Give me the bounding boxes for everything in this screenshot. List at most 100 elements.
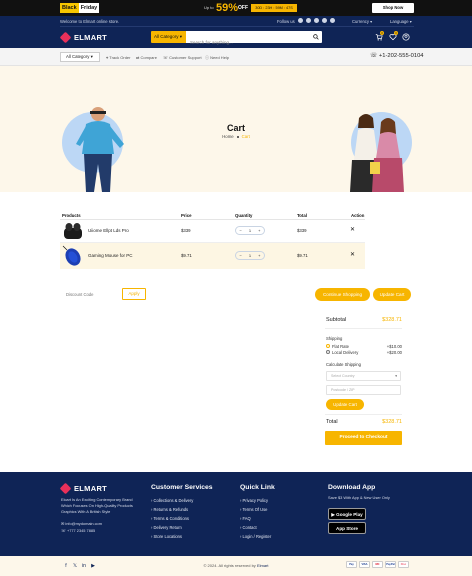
phone-number[interactable]: ☏ +1-202-555-0104 bbox=[370, 53, 424, 59]
footer-link[interactable]: › Login / Register bbox=[240, 534, 271, 539]
discover-icon: Disc bbox=[398, 561, 409, 568]
welcome-text: Welcome to Elmart online store. bbox=[60, 19, 120, 24]
youtube-icon[interactable] bbox=[330, 18, 335, 23]
subtotal-label: Subtotal bbox=[326, 317, 347, 323]
twitter-icon[interactable] bbox=[306, 18, 311, 23]
flat-rate-label: Flat Rate bbox=[332, 344, 349, 349]
col-products: Products bbox=[62, 213, 81, 218]
google-play-button[interactable]: ▶ Google Play bbox=[328, 508, 366, 520]
product-name-2[interactable]: Gaming Mouse for PC bbox=[88, 253, 133, 258]
update-totals-button[interactable]: Update Cart bbox=[326, 399, 364, 410]
local-delivery-label: Local Delivery bbox=[332, 350, 359, 355]
nav-compare[interactable]: ⇄ Compare bbox=[136, 55, 157, 60]
product-total-1: $339 bbox=[297, 228, 307, 233]
totals-divider bbox=[325, 328, 402, 329]
footer-link[interactable]: › Returns & Refunds bbox=[151, 507, 188, 512]
instagram-icon[interactable] bbox=[322, 18, 327, 23]
remove-item-icon[interactable]: ✕ bbox=[350, 226, 355, 233]
calculate-shipping-label: Calculate Shipping bbox=[326, 362, 361, 367]
black-friday-badge: Black Friday bbox=[60, 3, 100, 13]
category-select[interactable]: All Category ▾ bbox=[151, 31, 186, 43]
promo-off: OFF bbox=[238, 5, 248, 11]
breadcrumb-home[interactable]: Home bbox=[222, 134, 233, 139]
qty-minus-icon[interactable]: − bbox=[240, 253, 242, 258]
footer-about-text: Elcart Is An Exciting Contemporary Brand… bbox=[61, 497, 133, 514]
flat-rate-radio[interactable] bbox=[326, 344, 330, 348]
product-price-2: $9.71 bbox=[181, 253, 192, 258]
pinterest-icon[interactable] bbox=[314, 18, 319, 23]
page-title: Cart bbox=[226, 123, 245, 133]
facebook-icon[interactable] bbox=[298, 18, 303, 23]
quantity-stepper-2[interactable]: − 1 + bbox=[235, 251, 265, 260]
footer-email[interactable]: ✉ info@mydomain.com bbox=[61, 521, 102, 527]
footer-link[interactable]: › Delivery Return bbox=[151, 525, 182, 530]
shipping-label: Shipping bbox=[326, 336, 343, 341]
currency-dropdown[interactable]: Currency ▾ bbox=[352, 19, 372, 24]
local-delivery-radio[interactable] bbox=[326, 350, 330, 354]
apple-pay-icon: Pay bbox=[346, 561, 357, 568]
mastercard-icon: MC bbox=[372, 561, 383, 568]
nav-need-help[interactable]: ⓘ Need Help bbox=[205, 55, 229, 61]
postcode-input[interactable]: Postcode / ZIP bbox=[326, 385, 401, 395]
proceed-to-checkout-button[interactable]: Proceed to Checkout bbox=[325, 431, 402, 445]
update-cart-button[interactable]: Update Cart bbox=[373, 288, 411, 301]
footer-link[interactable]: › Privacy Policy bbox=[240, 498, 268, 503]
apply-coupon-button[interactable]: Apply bbox=[122, 288, 146, 300]
nav-customer-support[interactable]: ☏ Customer Support bbox=[163, 55, 202, 60]
product-name-1[interactable]: Uiiome Ellpt Lds Pro bbox=[88, 228, 129, 233]
nav-track-order[interactable]: ⌖ Track Order bbox=[106, 55, 130, 60]
qty-value-2: 1 bbox=[248, 253, 252, 258]
qty-value-1: 1 bbox=[248, 228, 252, 233]
qty-minus-icon[interactable]: − bbox=[240, 228, 242, 233]
promo-upto: Up to bbox=[204, 5, 214, 10]
cart-count-badge: 0 bbox=[380, 31, 384, 35]
footer-logo[interactable]: ELMART bbox=[74, 484, 107, 493]
col-total: Total bbox=[297, 213, 307, 218]
app-store-button[interactable]: App Store bbox=[328, 522, 366, 534]
quantity-stepper-1[interactable]: − 1 + bbox=[235, 226, 265, 235]
download-app-text: Save $3 With App & New User Only bbox=[328, 495, 390, 500]
product-total-2: $9.71 bbox=[297, 253, 308, 258]
table-header-divider bbox=[60, 219, 365, 220]
site-logo[interactable]: ELMART bbox=[74, 33, 107, 42]
badge-right: Friday bbox=[78, 3, 100, 13]
promo-percent: 59% bbox=[216, 2, 239, 14]
footer-link[interactable]: › Contact bbox=[240, 525, 257, 530]
visa-icon: VISA bbox=[359, 561, 370, 568]
country-select[interactable]: Select Country ▾ bbox=[326, 371, 401, 381]
wishlist-count-badge: 0 bbox=[394, 31, 398, 35]
quick-link-heading: Quick Link bbox=[240, 484, 275, 491]
breadcrumb: Home Cart bbox=[0, 134, 472, 139]
qty-plus-icon[interactable]: + bbox=[258, 253, 260, 258]
mouse-product-image[interactable] bbox=[62, 245, 84, 267]
customer-services-heading: Customer Services bbox=[151, 484, 213, 491]
user-icon[interactable] bbox=[402, 33, 410, 41]
footer-link[interactable]: › FAQ bbox=[240, 516, 251, 521]
footer-link[interactable]: › Collections & Delivery bbox=[151, 498, 193, 503]
flat-rate-value: +$10.00 bbox=[386, 344, 402, 349]
total-label: Total bbox=[326, 419, 338, 425]
search-bar bbox=[186, 31, 322, 49]
remove-item-icon[interactable]: ✕ bbox=[350, 251, 355, 258]
total-value: $328.71 bbox=[382, 419, 402, 425]
breadcrumb-current: Cart bbox=[241, 134, 250, 139]
earbuds-product-image[interactable] bbox=[62, 221, 84, 241]
header-divider bbox=[60, 26, 414, 27]
col-quantity: Quantity bbox=[235, 213, 253, 218]
footer-link[interactable]: › Terms Of Use bbox=[240, 507, 267, 512]
footer-link[interactable]: › Terms & Conditions bbox=[151, 516, 189, 521]
discount-code-input[interactable] bbox=[66, 292, 116, 297]
shop-now-button[interactable]: Shop Now bbox=[372, 3, 414, 13]
continue-shopping-button[interactable]: Continue Shopping bbox=[315, 288, 370, 301]
product-price-1: $339 bbox=[181, 228, 191, 233]
qty-plus-icon[interactable]: + bbox=[258, 228, 260, 233]
all-category-button[interactable]: All Category ▾ bbox=[60, 52, 100, 62]
totals-divider bbox=[325, 414, 402, 415]
search-icon[interactable] bbox=[313, 34, 319, 40]
footer-phone[interactable]: ☏ +777 2345 7885 bbox=[61, 528, 95, 534]
local-delivery-value: +$20.00 bbox=[386, 350, 402, 355]
footer-link[interactable]: › Store Locations bbox=[151, 534, 182, 539]
breadcrumb-separator bbox=[236, 135, 239, 138]
search-input[interactable] bbox=[186, 36, 306, 49]
language-dropdown[interactable]: Language ▾ bbox=[390, 19, 412, 24]
